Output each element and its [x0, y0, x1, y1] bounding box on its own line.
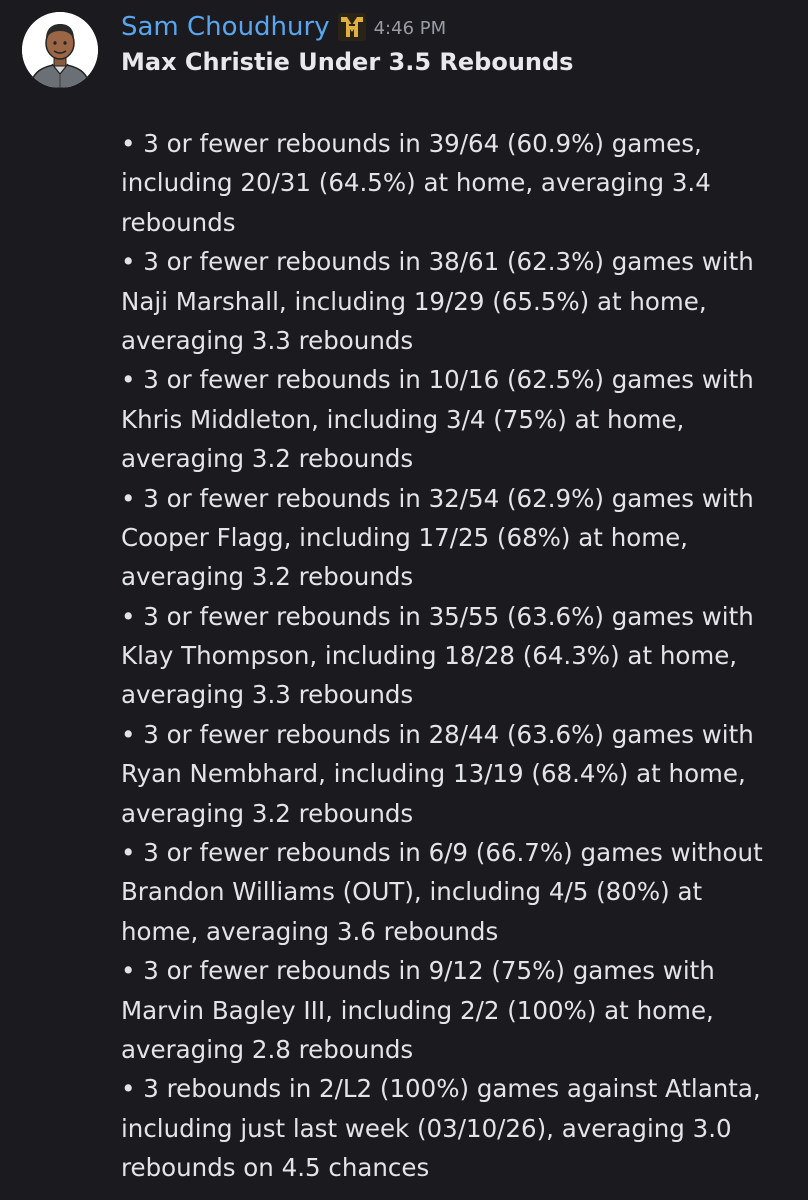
author-name[interactable]: Sam Choudhury [121, 12, 330, 42]
message-line: • 3 or fewer rebounds in 32/54 (62.9%) g… [121, 483, 754, 513]
mf-logo-badge-icon [337, 13, 366, 41]
message-line: Brandon Williams (OUT), including 4/5 (8… [121, 877, 703, 907]
message-line: including 20/31 (64.5%) at home, averagi… [121, 168, 711, 198]
message-line: rebounds on 4.5 chances [121, 1153, 430, 1183]
message-line: • 3 or fewer rebounds in 9/12 (75%) game… [121, 956, 715, 986]
message-line: home, averaging 3.6 rebounds [121, 916, 499, 946]
message-line: Marvin Bagley III, including 2/2 (100%) … [121, 995, 714, 1025]
message-line: Klay Thompson, including 18/28 (64.3%) a… [121, 641, 738, 671]
message-line: averaging 3.2 rebounds [121, 444, 414, 474]
message-line: • 3 or fewer rebounds in 10/16 (62.5%) g… [121, 365, 754, 395]
message-line: averaging 2.8 rebounds [121, 1034, 414, 1064]
message-line: • 3 or fewer rebounds in 28/44 (63.6%) g… [121, 719, 754, 749]
message-line: • 3 or fewer rebounds in 38/61 (62.3%) g… [121, 247, 754, 277]
message-line: averaging 3.3 rebounds [121, 680, 414, 710]
message-line: • 3 or fewer rebounds in 6/9 (66.7%) gam… [121, 838, 763, 868]
message-header: Sam Choudhury 4:46 PM [121, 10, 446, 44]
message-line: Ryan Nembhard, including 13/19 (68.4%) a… [121, 759, 746, 789]
message-line: • 3 or fewer rebounds in 35/55 (63.6%) g… [121, 601, 754, 631]
message-line: averaging 3.3 rebounds [121, 325, 414, 355]
message-line: averaging 3.2 rebounds [121, 798, 414, 828]
message-line: Cooper Flagg, including 17/25 (68%) at h… [121, 522, 688, 552]
message-timestamp: 4:46 PM [373, 17, 447, 39]
message-line: averaging 3.2 rebounds [121, 562, 414, 592]
chat-message: Sam Choudhury 4:46 PM Max Christie Under… [0, 0, 808, 1200]
message-line: • 3 rebounds in 2/L2 (100%) games agains… [121, 1074, 761, 1104]
message-line: including just last week (03/10/26), ave… [121, 1113, 732, 1143]
user-avatar-icon [22, 12, 98, 88]
avatar[interactable] [22, 12, 98, 88]
message-line: rebounds [121, 207, 236, 237]
message-line: Khris Middleton, including 3/4 (75%) at … [121, 404, 685, 434]
message-line: Naji Marshall, including 19/29 (65.5%) a… [121, 286, 707, 316]
message-body: • 3 or fewer rebounds in 39/64 (60.9%) g… [121, 124, 793, 1188]
message-line: • 3 or fewer rebounds in 39/64 (60.9%) g… [121, 129, 702, 158]
message-title: Max Christie Under 3.5 Rebounds [121, 48, 574, 76]
